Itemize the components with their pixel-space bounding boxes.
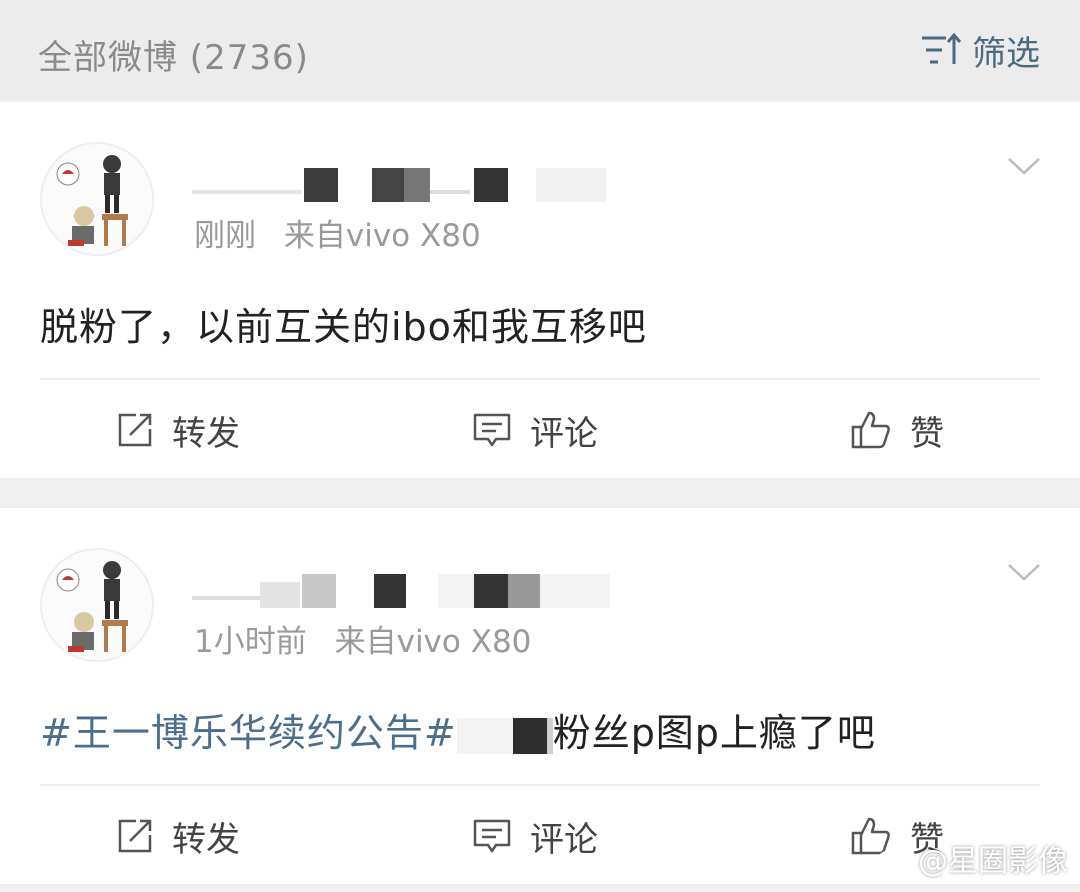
weibo-post: 1小时前 来自vivo X80 #王一博乐华续约公告# 粉丝p图p上瘾了吧 转发 … bbox=[0, 508, 1080, 884]
hashtag-link[interactable]: #王一博乐华续约公告# bbox=[40, 711, 457, 755]
sort-filter-icon bbox=[922, 32, 962, 64]
watermark-text: @星圈影像 bbox=[918, 844, 1068, 879]
comment-label: 评论 bbox=[530, 413, 598, 454]
repost-icon bbox=[118, 413, 152, 447]
text-redacted bbox=[456, 717, 513, 754]
post-text: #王一博乐华续约公告# 粉丝p图p上瘾了吧 bbox=[40, 702, 876, 757]
like-button[interactable]: 赞 bbox=[850, 408, 944, 454]
comment-button[interactable]: 评论 bbox=[472, 814, 598, 860]
comment-icon bbox=[473, 413, 511, 447]
top-bar: 全部微博 (2736) 筛选 bbox=[0, 0, 1080, 100]
filter-label: 筛选 bbox=[972, 33, 1040, 74]
chevron-down-icon[interactable] bbox=[1006, 560, 1042, 584]
username-redacted bbox=[192, 574, 612, 610]
repost-button[interactable]: 转发 bbox=[116, 408, 240, 454]
repost-label: 转发 bbox=[172, 413, 240, 454]
repost-button[interactable]: 转发 bbox=[116, 814, 240, 860]
post-time: 1小时前 bbox=[194, 624, 307, 660]
username-redacted bbox=[192, 168, 612, 204]
post-text-rest: 粉丝p图p上瘾了吧 bbox=[552, 711, 876, 755]
post-source: 来自vivo X80 bbox=[334, 624, 532, 660]
weibo-post: 刚刚 来自vivo X80 脱粉了，以前互关的ibo和我互移吧 转发 评论 赞 bbox=[0, 102, 1080, 478]
post-source: 来自vivo X80 bbox=[283, 218, 481, 254]
post-meta: 1小时前 来自vivo X80 bbox=[194, 616, 531, 661]
watermark: @星圈影像 bbox=[876, 836, 1068, 880]
post-time: 刚刚 bbox=[194, 218, 256, 254]
post-meta: 刚刚 来自vivo X80 bbox=[194, 210, 481, 255]
weibo-logo-icon bbox=[876, 844, 911, 873]
repost-label: 转发 bbox=[172, 819, 240, 860]
avatar[interactable] bbox=[40, 142, 154, 256]
comment-button[interactable]: 评论 bbox=[472, 408, 598, 454]
comment-label: 评论 bbox=[530, 819, 598, 860]
post-actions: 转发 评论 赞 bbox=[0, 380, 1080, 476]
post-text: 脱粉了，以前互关的ibo和我互移吧 bbox=[40, 305, 647, 349]
repost-icon bbox=[118, 819, 152, 853]
chevron-down-icon[interactable] bbox=[1006, 154, 1042, 178]
text-redacted bbox=[512, 717, 547, 754]
filter-button[interactable]: 筛选 bbox=[920, 30, 1040, 74]
thumbs-up-icon bbox=[851, 411, 890, 449]
comment-icon bbox=[473, 819, 511, 853]
all-weibo-count: 全部微博 (2736) bbox=[38, 38, 309, 78]
like-label: 赞 bbox=[910, 413, 944, 454]
avatar[interactable] bbox=[40, 548, 154, 662]
